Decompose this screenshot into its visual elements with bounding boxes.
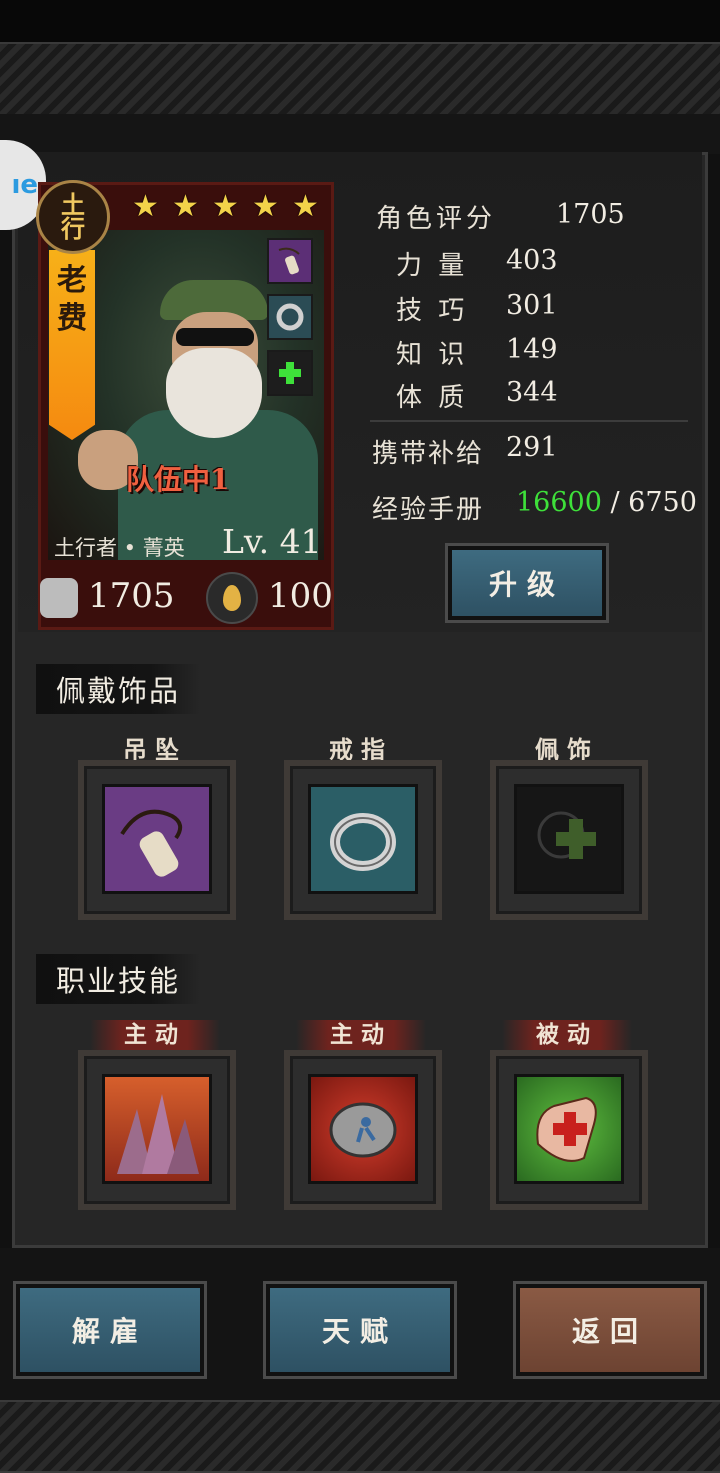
ring-icon [276, 303, 304, 331]
equipped-ornament-slot[interactable] [267, 350, 313, 396]
skill-3-tag: 被动 [502, 1020, 632, 1050]
dismiss-button[interactable]: 解雇 [16, 1284, 204, 1376]
stats-divider [370, 420, 688, 422]
green-plus-icon [279, 362, 301, 384]
healing-hand-icon [536, 1096, 597, 1162]
strength-value: 403 [506, 245, 558, 276]
pendant-icon [278, 247, 300, 275]
bottom-ornament-band [0, 1400, 720, 1473]
portrait-beard [166, 348, 262, 438]
ornament-empty-icon [537, 811, 596, 859]
star-icon: ★ [172, 189, 199, 224]
skill-3-slot[interactable] [490, 1050, 648, 1210]
floating-assistant-label: ıe [11, 170, 38, 200]
element-char-2: 行 [61, 214, 85, 243]
strength-label: 力 量 [396, 251, 469, 281]
knowledge-value: 149 [506, 334, 558, 365]
element-badge: 土 行 [36, 180, 110, 254]
ornament-slot-cell [514, 784, 624, 894]
star-rating: ★ ★ ★ ★ ★ [132, 192, 322, 222]
status-bar [0, 0, 720, 42]
rating-value: 1705 [556, 199, 625, 230]
skill-3-cell [514, 1074, 624, 1184]
portrait-glasses [176, 328, 254, 346]
physique-label: 体 质 [396, 383, 469, 413]
physique-value: 344 [506, 377, 558, 408]
pendant-icon [120, 809, 183, 877]
earth-spikes-icon [117, 1094, 199, 1174]
exp-total: 6750 [628, 487, 697, 518]
equipped-ring-slot[interactable] [267, 294, 313, 340]
hero-name-char-2: 费 [57, 301, 87, 336]
star-icon: ★ [212, 189, 239, 224]
hero-class-rank: 土行者 • 菁英 [54, 536, 185, 560]
skills-section-title: 职业技能 [36, 954, 201, 1004]
rating-label: 角色评分 [376, 204, 497, 234]
ring-slot[interactable] [284, 760, 442, 920]
exp-label: 经验手册 [372, 495, 485, 525]
skill-2-tag: 主动 [296, 1020, 426, 1050]
talent-button[interactable]: 天赋 [266, 1284, 454, 1376]
back-button[interactable]: 返回 [516, 1284, 704, 1376]
knowledge-label: 知 识 [396, 340, 469, 370]
star-icon: ★ [292, 189, 319, 224]
skill-label: 技 巧 [396, 296, 469, 326]
rock-throw-icon [329, 1102, 397, 1158]
equipped-pendant-slot[interactable] [267, 238, 313, 284]
star-icon: ★ [252, 189, 279, 224]
ring-icon [330, 813, 396, 871]
team-status-label: 队伍中1 [126, 463, 230, 496]
exp-value: 16600 / 6750 [516, 487, 697, 518]
hero-level: Lv. 41 [222, 522, 322, 561]
skill-1-slot[interactable] [78, 1050, 236, 1210]
exp-current: 16600 [516, 487, 602, 518]
exp-separator: / [601, 487, 629, 518]
hero-name-char-1: 老 [57, 263, 87, 298]
ornament-slot[interactable] [490, 760, 648, 920]
hero-name-banner: 老 费 [49, 250, 95, 440]
supply-value: 291 [506, 432, 558, 463]
hero-drop-value: 100 [268, 576, 333, 616]
accessories-section-title: 佩戴饰品 [36, 664, 201, 714]
skill-value: 301 [506, 290, 558, 321]
ring-slot-cell [308, 784, 418, 894]
pendant-slot-cell [102, 784, 212, 894]
upgrade-button[interactable]: 升级 [448, 546, 606, 620]
skill-2-slot[interactable] [284, 1050, 442, 1210]
hero-power-value: 1705 [88, 576, 175, 616]
fist-icon [40, 578, 78, 618]
drop-icon [206, 572, 258, 624]
star-icon: ★ [132, 189, 159, 224]
top-ornament-band [0, 42, 720, 116]
skill-2-cell [308, 1074, 418, 1184]
pendant-slot[interactable] [78, 760, 236, 920]
skill-1-cell [102, 1074, 212, 1184]
top-spacer [0, 114, 720, 154]
skill-1-tag: 主动 [90, 1020, 220, 1050]
supply-label: 携带补给 [372, 439, 485, 469]
